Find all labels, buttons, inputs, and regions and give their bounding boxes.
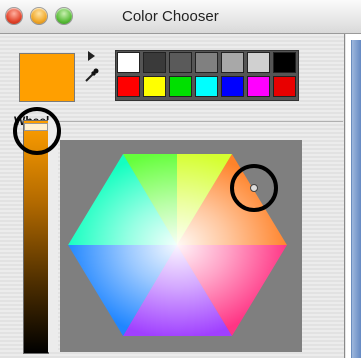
palette-swatch[interactable] [195, 76, 218, 97]
palette-swatch[interactable] [169, 76, 192, 97]
close-button[interactable] [6, 8, 22, 24]
color-chooser-window: Color Chooser Wheel [0, 0, 361, 358]
palette-swatch[interactable] [117, 52, 140, 73]
palette-swatch[interactable] [169, 52, 192, 73]
brightness-slider[interactable] [23, 120, 49, 354]
color-palette [115, 50, 299, 101]
current-color-swatch[interactable] [19, 53, 75, 102]
palette-swatch[interactable] [143, 52, 166, 73]
palette-swatch[interactable] [247, 76, 270, 97]
window-edge [344, 34, 345, 358]
disclosure-triangle-icon[interactable] [88, 51, 95, 61]
palette-swatch[interactable] [221, 52, 244, 73]
eyedropper-icon[interactable] [84, 67, 100, 83]
title-bar[interactable]: Color Chooser [0, 0, 361, 34]
zoom-button[interactable] [56, 8, 72, 24]
palette-swatch[interactable] [273, 52, 296, 73]
minimize-button[interactable] [31, 8, 47, 24]
window-title: Color Chooser [122, 8, 219, 25]
picker-highlight-circle [230, 164, 278, 212]
section-divider [57, 121, 343, 122]
palette-swatch[interactable] [221, 76, 244, 97]
background-window-strip [351, 40, 361, 358]
palette-swatch[interactable] [143, 76, 166, 97]
slider-track-spacer [48, 120, 58, 352]
palette-swatch[interactable] [273, 76, 296, 97]
palette-swatch[interactable] [247, 52, 270, 73]
slider-highlight-circle [13, 107, 61, 155]
palette-swatch[interactable] [117, 76, 140, 97]
palette-swatch[interactable] [195, 52, 218, 73]
